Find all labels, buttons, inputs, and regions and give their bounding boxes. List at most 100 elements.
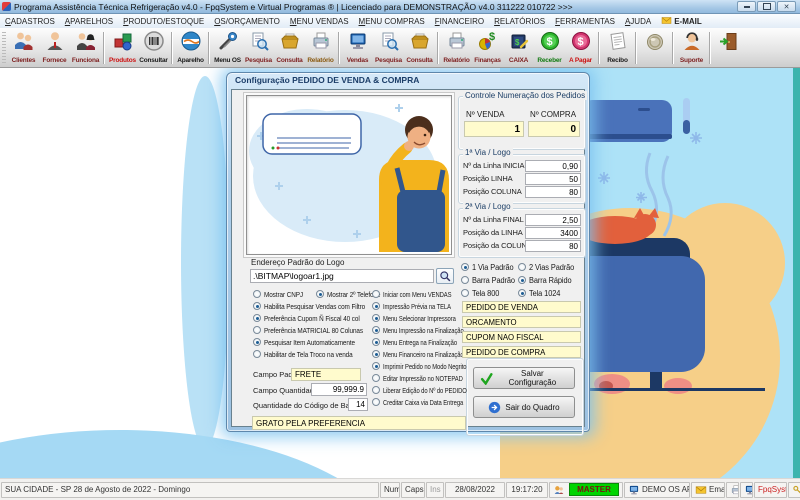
radio-icon[interactable] bbox=[518, 263, 526, 271]
print-radio-0-1[interactable]: 2 Vias Padrão bbox=[518, 263, 577, 272]
option-right-8[interactable]: Liberar Edição do Nº do PEDIDO bbox=[372, 386, 490, 395]
toolbar-button-produtos[interactable]: Produtos bbox=[107, 30, 138, 66]
venda-number-field[interactable]: 1 bbox=[464, 121, 524, 137]
toolbar-button-vendas[interactable]: Vendas bbox=[342, 30, 373, 66]
toolbar-button-recibo[interactable]: Recibo bbox=[602, 30, 633, 66]
toolbar-button-suporte[interactable]: Suporte bbox=[676, 30, 707, 66]
campo-padrao-field[interactable]: FRETE bbox=[291, 368, 361, 381]
toolbar-separator bbox=[672, 32, 674, 64]
option-right-9[interactable]: Creditar Caixa via Data Entrega bbox=[372, 398, 486, 407]
option-right-2[interactable]: Menu Selecionar Impressora bbox=[372, 314, 476, 323]
menu-item-cadastros[interactable]: CADASTROS bbox=[0, 17, 60, 26]
toolbar-button-caixa[interactable]: $CAIXA bbox=[503, 30, 534, 66]
maximize-button[interactable] bbox=[757, 1, 776, 12]
toolbar-button-consulta[interactable]: Consulta bbox=[404, 30, 435, 66]
doc-title-field-3[interactable]: PEDIDO DE COMPRA bbox=[462, 346, 581, 358]
compra-number-field[interactable]: 0 bbox=[528, 121, 580, 137]
option-left-6[interactable]: Habilitar de Tela Troco na venda bbox=[253, 350, 368, 359]
option-left-0[interactable]: Mostrar CNPJ bbox=[253, 290, 310, 299]
radio-icon[interactable] bbox=[253, 314, 261, 322]
radio-icon[interactable] bbox=[461, 276, 469, 284]
option-left-2[interactable]: Habilita Pesquisar Vendas com Filtro bbox=[253, 302, 383, 311]
radio-icon[interactable] bbox=[461, 263, 469, 271]
doc-title-field-2[interactable]: CUPOM NAO FISCAL bbox=[462, 331, 581, 343]
menu-item-os-or-amento[interactable]: OS/ORÇAMENTO bbox=[209, 17, 285, 26]
via-row-field[interactable]: 80 bbox=[525, 240, 581, 252]
print-radio-2-1[interactable]: Tela 1024 bbox=[518, 289, 562, 298]
via-row-field[interactable]: 0,90 bbox=[525, 160, 581, 172]
via-row-field[interactable]: 80 bbox=[525, 186, 581, 198]
radio-icon[interactable] bbox=[372, 386, 380, 394]
option-right-1[interactable]: Impressão Prévia na TELA bbox=[372, 302, 470, 311]
toolbar-button-relat-rio[interactable]: Relatório bbox=[305, 30, 336, 66]
menu-item-ajuda[interactable]: AJUDA bbox=[620, 17, 656, 26]
toolbar-button-finan-as[interactable]: $Finanças bbox=[472, 30, 503, 66]
radio-icon[interactable] bbox=[372, 290, 380, 298]
radio-icon[interactable] bbox=[372, 314, 380, 322]
toolbar-button-consultar[interactable]: Consultar bbox=[138, 30, 169, 66]
toolbar-button-pesquisa[interactable]: Pesquisa bbox=[243, 30, 274, 66]
qtd-codigo-barras-field[interactable]: 14 bbox=[348, 398, 368, 411]
radio-icon[interactable] bbox=[518, 289, 526, 297]
option-right-6[interactable]: Imprimir Pedido no Modo Negrito bbox=[372, 362, 490, 371]
radio-icon[interactable] bbox=[372, 302, 380, 310]
option-right-7[interactable]: Editar Impressão no NOTEPAD bbox=[372, 374, 485, 383]
via-row-field[interactable]: 3400 bbox=[525, 227, 581, 239]
print-radio-1-1[interactable]: Barra Rápido bbox=[518, 276, 574, 285]
toolbar-button-a-pagar[interactable]: $A Pagar bbox=[565, 30, 596, 66]
radio-icon[interactable] bbox=[372, 326, 380, 334]
radio-icon[interactable] bbox=[316, 290, 324, 298]
via-row-field[interactable]: 2,50 bbox=[525, 214, 581, 226]
toolbar-separator bbox=[103, 32, 105, 64]
menu-item-menu-vendas[interactable]: MENU VENDAS bbox=[285, 17, 354, 26]
menu-item-aparelhos[interactable]: APARELHOS bbox=[60, 17, 118, 26]
toolbar-button-funciona[interactable]: Funciona bbox=[70, 30, 101, 66]
toolbar-button-receber[interactable]: $Receber bbox=[534, 30, 565, 66]
radio-icon[interactable] bbox=[253, 350, 261, 358]
toolbar-button-door[interactable] bbox=[713, 30, 744, 66]
browse-logo-button[interactable] bbox=[436, 268, 454, 284]
option-right-0[interactable]: Iniciar com Menu VENDAS bbox=[372, 290, 471, 299]
menu-item-menu-compras[interactable]: MENU COMPRAS bbox=[354, 17, 430, 26]
logo-path-input[interactable]: .\BITMAP\logoar1.jpg bbox=[250, 269, 434, 283]
minimize-button[interactable] bbox=[737, 1, 756, 12]
print-radio-2-0[interactable]: Tela 800 bbox=[461, 289, 501, 298]
print-radio-1-0[interactable]: Barra Padrão bbox=[461, 276, 517, 285]
campo-quantidade-field[interactable]: 99,999.9 bbox=[311, 383, 367, 396]
menu-item-ferramentas[interactable]: FERRAMENTAS bbox=[550, 17, 620, 26]
radio-icon[interactable] bbox=[372, 374, 380, 382]
toolbar-button-clientes[interactable]: Clientes bbox=[8, 30, 39, 66]
toolbar-button-relat-rio[interactable]: Relatório bbox=[441, 30, 472, 66]
option-left-5[interactable]: Pesquisar Item Automaticamente bbox=[253, 338, 371, 347]
doc-title-field-1[interactable]: ORCAMENTO bbox=[462, 316, 581, 328]
footer-message-field[interactable]: GRATO PELA PREFERENCIA bbox=[252, 416, 466, 430]
people-icon bbox=[13, 30, 35, 57]
toolbar-button-menu-os[interactable]: Menu OS bbox=[212, 30, 243, 66]
toolbar-button-fornece[interactable]: Fornece bbox=[39, 30, 70, 66]
radio-icon[interactable] bbox=[253, 338, 261, 346]
doc-title-field-0[interactable]: PEDIDO DE VENDA bbox=[462, 301, 581, 313]
radio-icon[interactable] bbox=[461, 289, 469, 297]
toolbar-button-pesquisa[interactable]: Pesquisa bbox=[373, 30, 404, 66]
radio-icon[interactable] bbox=[253, 326, 261, 334]
menu-item-produto-estoque[interactable]: PRODUTO/ESTOQUE bbox=[118, 17, 209, 26]
via-row-field[interactable]: 50 bbox=[525, 173, 581, 185]
close-button[interactable]: ✕ bbox=[777, 1, 796, 12]
radio-icon[interactable] bbox=[372, 362, 380, 370]
toolbar-button-aparelho[interactable]: Aparelho bbox=[175, 30, 206, 66]
option-left-4[interactable]: Preferência MATRICIAL 80 Colunas bbox=[253, 326, 380, 335]
exit-dialog-button[interactable]: Sair do Quadro bbox=[473, 396, 575, 418]
menu-item-relat-rios[interactable]: RELATÓRIOS bbox=[489, 17, 550, 26]
radio-icon[interactable] bbox=[372, 398, 380, 406]
radio-icon[interactable] bbox=[372, 350, 380, 358]
menu-item-financeiro[interactable]: FINANCEIRO bbox=[430, 17, 489, 26]
print-radio-0-0[interactable]: 1 Via Padrão bbox=[461, 263, 516, 272]
toolbar-button-consulta[interactable]: Consulta bbox=[274, 30, 305, 66]
radio-icon[interactable] bbox=[518, 276, 526, 284]
radio-icon[interactable] bbox=[253, 302, 261, 310]
toolbar-button-coin[interactable] bbox=[639, 30, 670, 66]
radio-icon[interactable] bbox=[253, 290, 261, 298]
menu-item-email[interactable]: E-MAIL bbox=[656, 15, 707, 28]
radio-icon[interactable] bbox=[372, 338, 380, 346]
option-left-3[interactable]: Preferência Cupom Ñ Fiscal 40 col bbox=[253, 314, 377, 323]
